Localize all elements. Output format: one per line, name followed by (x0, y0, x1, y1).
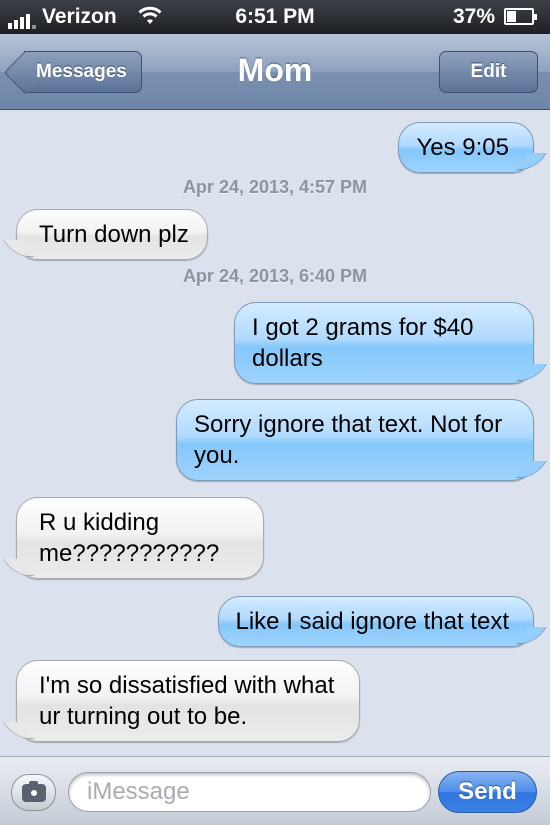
message-thread[interactable]: Yes 9:05 Apr 24, 2013, 4:57 PM Turn down… (0, 111, 550, 756)
battery-icon (504, 8, 537, 25)
message-bubble-sent[interactable]: I got 2 grams for $40 dollars (234, 302, 534, 384)
message-bubble-received[interactable]: R u kidding me??????????? (16, 497, 264, 579)
timestamp: Apr 24, 2013, 6:40 PM (182, 266, 368, 286)
message-bubble-sent[interactable]: Sorry ignore that text. Not for you. (176, 399, 534, 481)
message-bubble-received[interactable]: Turn down plz (16, 209, 208, 260)
message-bubble-received[interactable]: I'm so dissatisfied with what ur turning… (16, 660, 360, 742)
timestamp: Apr 24, 2013, 4:57 PM (182, 177, 368, 197)
message-bubble-sent[interactable]: Like I said ignore that text (217, 596, 534, 647)
composer-bar: Send (0, 756, 550, 825)
camera-icon (22, 781, 46, 802)
send-button[interactable]: Send (438, 771, 537, 813)
message-input[interactable] (68, 772, 431, 812)
battery-percent: 37% (452, 5, 495, 28)
nav-bar: Messages Mom Edit (0, 34, 550, 110)
edit-button[interactable]: Edit (439, 51, 538, 93)
status-bar: Verizon 6:51 PM 37% (0, 0, 550, 34)
message-bubble-sent[interactable]: Yes 9:05 (398, 122, 534, 173)
battery-fill (507, 11, 516, 22)
camera-button[interactable] (11, 774, 56, 811)
